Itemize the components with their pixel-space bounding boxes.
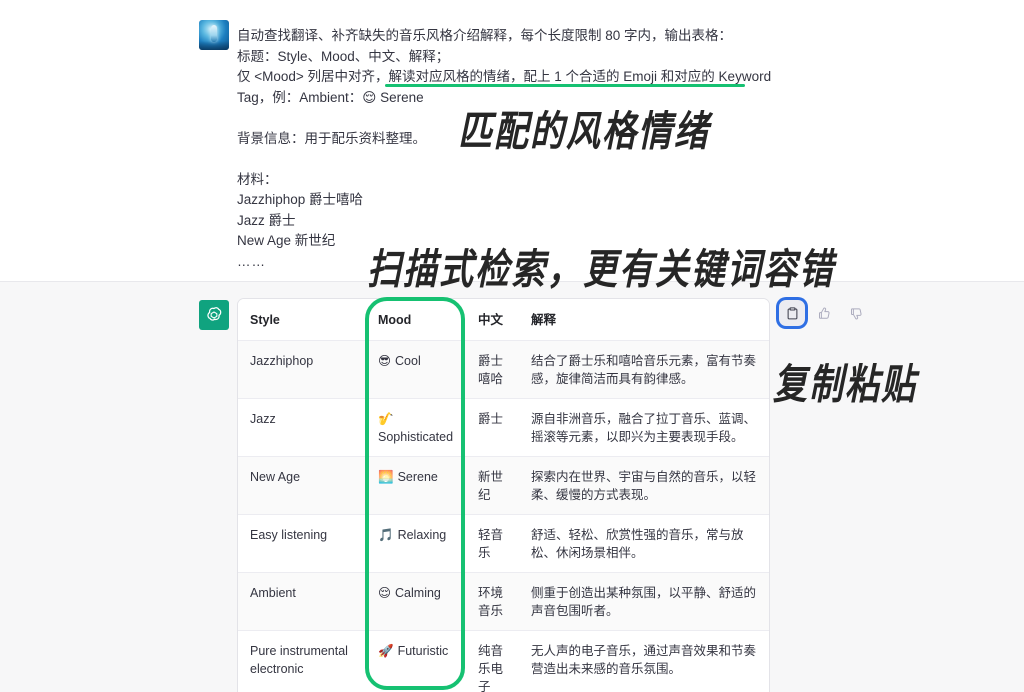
cell-chinese: 新世纪 xyxy=(466,456,519,515)
cell-style: Ambient xyxy=(238,572,366,631)
table-row: Jazzhiphop 😎 Cool 爵士嘻哈 结合了爵士乐和嘻哈音乐元素，富有节奏… xyxy=(238,340,769,399)
table-header-row: Style Mood 中文 解释 xyxy=(238,299,769,341)
mood-label: Futuristic xyxy=(397,644,449,658)
cell-desc: 侧重于创造出某种氛围，以平静、舒适的声音包围听者。 xyxy=(519,572,769,631)
chat-screenshot-root: 自动查找翻译、补齐缺失的音乐风格介绍解释，每个长度限制 80 字内，输出表格： … xyxy=(0,0,1024,692)
prompt-paragraph-instructions: 自动查找翻译、补齐缺失的音乐风格介绍解释，每个长度限制 80 字内，输出表格： … xyxy=(237,26,797,108)
col-header-chinese: 中文 xyxy=(466,299,519,341)
cell-style: Easy listening xyxy=(238,514,366,573)
annotation-copy-paste: 复制粘贴 xyxy=(773,360,917,410)
mood-emoji-icon: 🚀 xyxy=(378,644,394,658)
cell-style: Jazz xyxy=(238,398,366,457)
mood-emoji-icon: 😌 xyxy=(378,586,392,600)
col-header-desc: 解释 xyxy=(519,299,769,341)
prompt-line: 自动查找翻译、补齐缺失的音乐风格介绍解释，每个长度限制 80 字内，输出表格： xyxy=(237,28,733,43)
annotation-scan-search: 扫描式检索，更有关键词容错 xyxy=(367,245,835,295)
cell-mood: 🎵 Relaxing xyxy=(366,514,466,573)
col-header-mood: Mood xyxy=(366,299,466,341)
prompt-line: Jazzhiphop 爵士嘻哈 xyxy=(237,192,364,207)
table-row: Ambient 😌 Calming 环境音乐 侧重于创造出某种氛围，以平静、舒适的… xyxy=(238,572,769,631)
col-header-style: Style xyxy=(238,299,366,341)
table-row: Jazz 🎷 Sophisticated 爵士 源自非洲音乐，融合了拉丁音乐、蓝调… xyxy=(238,398,769,457)
clipboard-icon xyxy=(787,306,797,319)
cell-desc: 舒适、轻松、欣赏性强的音乐，常与放松、休闲场景相伴。 xyxy=(519,514,769,573)
thumbs-up-button[interactable] xyxy=(811,300,837,326)
prompt-line: 标题：Style、Mood、中文、解释； xyxy=(237,48,450,64)
user-avatar-photo xyxy=(199,20,229,50)
annotation-matched-mood: 匹配的风格情绪 xyxy=(458,107,710,157)
copy-button[interactable] xyxy=(779,300,805,326)
cell-style: Jazzhiphop xyxy=(238,340,366,399)
mood-label: Relaxing xyxy=(397,528,447,542)
cell-desc: 源自非洲音乐，融合了拉丁音乐、蓝调、摇滚等元素，以即兴为主要表现手段。 xyxy=(519,398,769,457)
cell-desc: 结合了爵士乐和嘻哈音乐元素，富有节奏感，旋律简洁而具有韵律感。 xyxy=(519,340,769,399)
cell-mood: 😎 Cool xyxy=(366,340,466,399)
mood-emoji-icon: 🎷 xyxy=(378,412,394,426)
chatgpt-logo-avatar xyxy=(199,300,229,330)
mood-table: Style Mood 中文 解释 Jazzhiphop 😎 Cool 爵士嘻哈 结… xyxy=(237,298,770,692)
thumbs-down-button[interactable] xyxy=(843,300,869,326)
cell-chinese: 纯音乐电子 xyxy=(466,630,519,692)
music-style-table: Style Mood 中文 解释 Jazzhiphop 😎 Cool 爵士嘻哈 结… xyxy=(238,299,769,692)
mood-emoji-icon: 😎 xyxy=(378,354,392,368)
cell-desc: 探索内在世界、宇宙与自然的音乐，以轻柔、缓慢的方式表现。 xyxy=(519,456,769,515)
mood-emoji-icon: 🌅 xyxy=(378,470,394,484)
table-head: Style Mood 中文 解释 xyxy=(238,299,769,341)
mood-label: Calming xyxy=(395,586,441,600)
prompt-line: Jazz 爵士 xyxy=(237,212,296,228)
table-body: Jazzhiphop 😎 Cool 爵士嘻哈 结合了爵士乐和嘻哈音乐元素，富有节奏… xyxy=(238,340,769,692)
cell-mood: 🚀 Futuristic xyxy=(366,630,466,692)
thumbs-up-icon xyxy=(818,307,830,319)
mood-label: Cool xyxy=(395,354,421,368)
mood-label: Sophisticated xyxy=(378,430,454,444)
cell-chinese: 爵士 xyxy=(466,398,519,457)
cell-mood: 🌅 Serene xyxy=(366,456,466,515)
table-row: Easy listening 🎵 Relaxing 轻音乐 舒适、轻松、欣赏性强的… xyxy=(238,514,769,573)
cell-desc: 无人声的电子音乐，通过声音效果和节奏营造出未来感的音乐氛围。 xyxy=(519,630,769,692)
cell-mood: 🎷 Sophisticated xyxy=(366,398,466,457)
cell-mood: 😌 Calming xyxy=(366,572,466,631)
cell-chinese: 轻音乐 xyxy=(466,514,519,573)
cell-chinese: 爵士嘻哈 xyxy=(466,340,519,399)
table-row: New Age 🌅 Serene 新世纪 探索内在世界、宇宙与自然的音乐，以轻柔、… xyxy=(238,456,769,515)
cell-style: Pure instrumental electronic xyxy=(238,630,366,692)
thumbs-down-icon xyxy=(850,307,862,319)
table-row: Pure instrumental electronic 🚀 Futuristic… xyxy=(238,630,769,692)
message-action-bar xyxy=(779,300,869,326)
cell-style: New Age xyxy=(238,456,366,515)
mood-label: Serene xyxy=(397,470,438,484)
green-marker-underline xyxy=(385,84,745,87)
cell-chinese: 环境音乐 xyxy=(466,572,519,631)
prompt-line: 材料： xyxy=(237,171,278,187)
mood-emoji-icon: 🎵 xyxy=(378,528,394,542)
